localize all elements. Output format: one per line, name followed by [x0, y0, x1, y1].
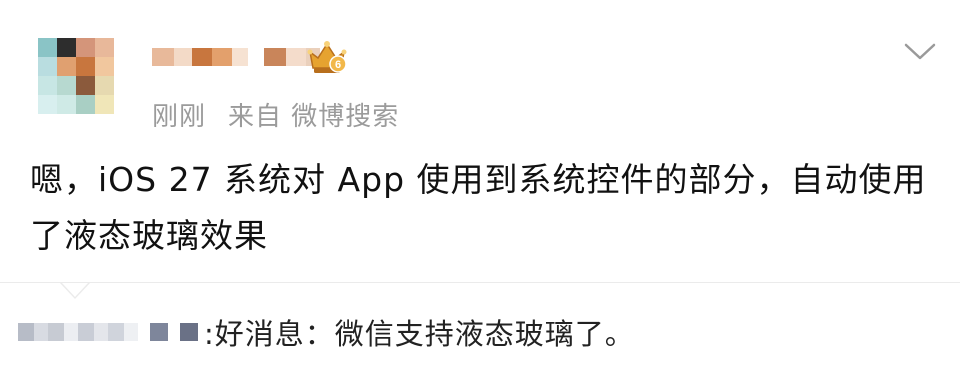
repost-user-blur-block: [78, 323, 94, 341]
name-blur-block: [286, 48, 306, 66]
avatar-pixel: [38, 38, 57, 57]
repost-user-blur-block: [34, 323, 48, 341]
avatar-pixel: [95, 57, 114, 76]
weibo-post-card: 6 刚刚 来自 微博搜索 嗯，iOS 27 系统对 App 使用到系统控件的部分，…: [0, 0, 960, 282]
repost-user-blur-block: [108, 323, 124, 341]
author-name-blurred[interactable]: [152, 38, 320, 76]
repost-user-blur-block: [18, 323, 34, 341]
avatar-pixel: [38, 57, 57, 76]
avatar-pixel: [95, 76, 114, 95]
repost-user-blur-block: [124, 323, 138, 341]
avatar-pixel: [57, 38, 76, 57]
avatar-pixel: [38, 76, 57, 95]
name-blur-block: [152, 48, 174, 66]
avatar-pixel: [76, 38, 95, 57]
repost-user-blurred[interactable]: [18, 323, 138, 341]
repost-user-blur-block: [64, 323, 78, 341]
repost-row: :好消息：微信支持液态玻璃了。: [18, 315, 635, 351]
name-blur-block: [192, 48, 212, 66]
repost-user-blur-block: [48, 323, 64, 341]
repost-text: :好消息：微信支持液态玻璃了。: [204, 317, 635, 351]
avatar-pixel: [57, 95, 76, 114]
post-text: 嗯，iOS 27 系统对 App 使用到系统控件的部分，自动使用了液态玻璃效果: [30, 160, 927, 255]
avatar[interactable]: [38, 38, 114, 114]
avatar-pixel: [76, 57, 95, 76]
chevron-down-icon[interactable]: [900, 36, 940, 66]
crown-badge-icon: 6: [307, 41, 347, 73]
post-time: 刚刚: [152, 102, 207, 132]
name-blur-block: [264, 48, 286, 66]
name-blur-block: [232, 48, 248, 66]
repost-pointer: [62, 283, 88, 297]
badge-level: 6: [335, 59, 341, 71]
avatar-pixel: [76, 76, 95, 95]
avatar-pixel: [38, 95, 57, 114]
name-blur-block: [174, 48, 192, 66]
post-source[interactable]: 来自 微博搜索: [228, 102, 399, 132]
redacted-square: [150, 323, 168, 341]
name-blur-block: [212, 48, 232, 66]
avatar-pixel: [95, 38, 114, 57]
avatar-pixel: [76, 95, 95, 114]
repost-user-blur-block: [94, 323, 108, 341]
post-meta: 刚刚 来自 微博搜索: [152, 96, 399, 133]
avatar-pixel: [57, 57, 76, 76]
redacted-square: [180, 323, 198, 341]
avatar-pixel: [57, 76, 76, 95]
avatar-pixel: [95, 95, 114, 114]
